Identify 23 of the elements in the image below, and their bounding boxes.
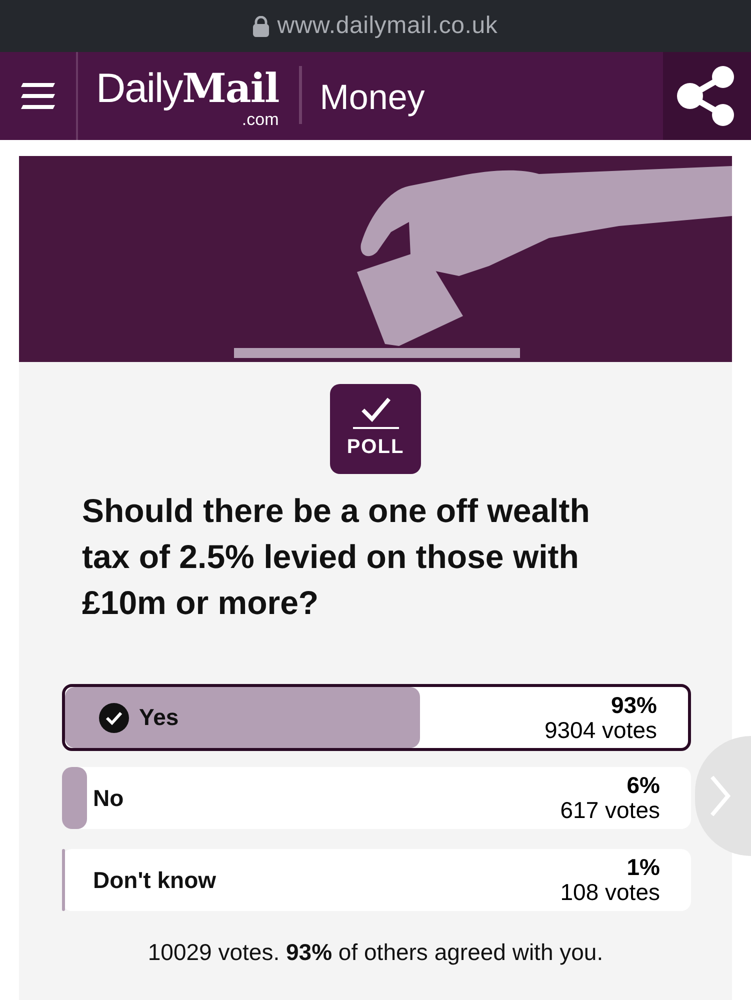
site-logo[interactable]: DailyMail .com [96, 68, 279, 140]
poll-option[interactable]: No 6% 617 votes [62, 767, 691, 829]
vote-count: 108 votes [560, 880, 660, 905]
poll-question: Should there be a one off wealth tax of 2.5% levied on those with £10m or more? [82, 491, 591, 623]
menu-icon [19, 80, 57, 112]
percent-text: 6% [626, 773, 660, 798]
poll-option[interactable]: Don't know 1% 108 votes [62, 849, 691, 911]
option-label: Yes [139, 704, 179, 731]
url-text[interactable]: www.dailymail.co.uk [277, 12, 498, 40]
poll-option[interactable]: Yes 93% 9304 votes [62, 684, 691, 751]
section-title: Money [320, 78, 425, 118]
share-button[interactable] [663, 52, 751, 140]
option-label: Don't know [93, 866, 216, 894]
vote-count: 9304 votes [544, 718, 657, 742]
lock-icon [253, 16, 270, 36]
percent-text: 1% [626, 855, 660, 880]
percent-text: 93% [610, 692, 657, 718]
vote-count: 617 votes [560, 798, 660, 823]
poll-badge: POLL [330, 384, 421, 474]
poll-summary: 10029 votes. 93% of others agreed with you. [146, 939, 604, 966]
option-label: No [93, 784, 124, 812]
check-circle-icon [99, 702, 129, 732]
chevron-right-icon [709, 774, 731, 818]
